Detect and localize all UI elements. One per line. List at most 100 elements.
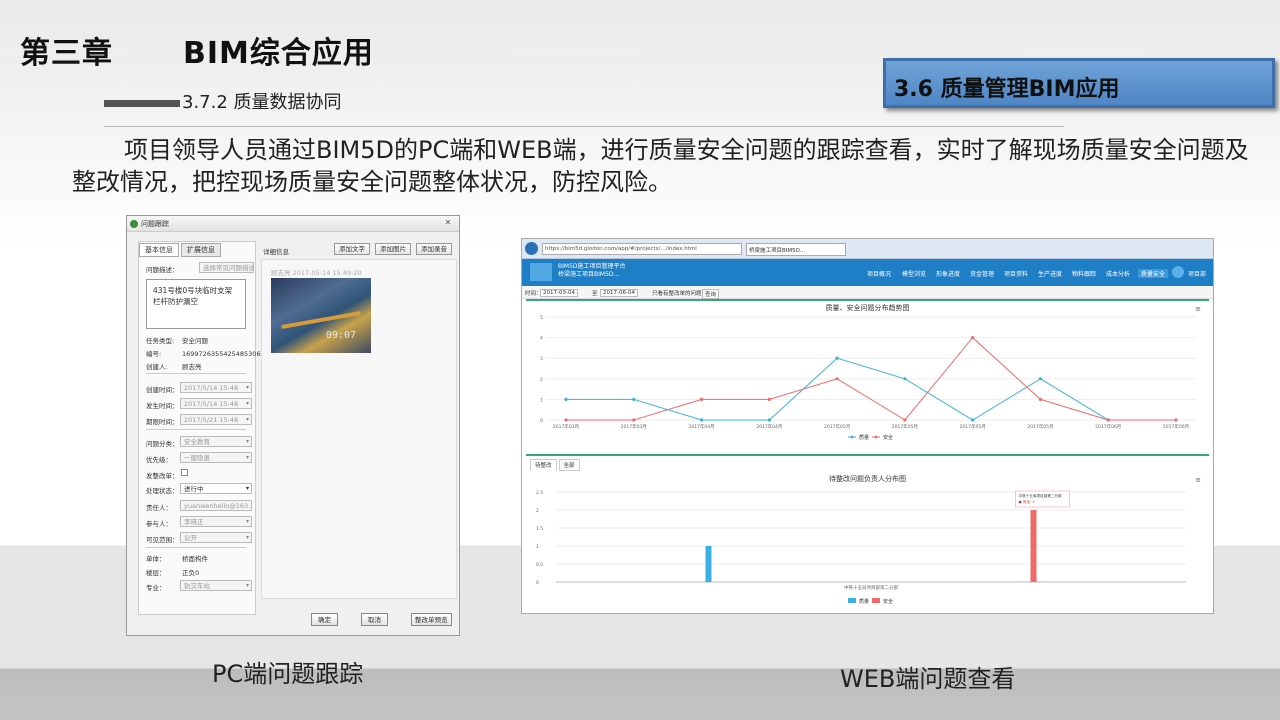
x-tick-label: 2017年05月: [892, 423, 918, 430]
end-date-input[interactable]: 2017-06-04: [600, 289, 638, 297]
y-tick-label: 0.5: [536, 562, 543, 568]
close-icon[interactable]: ✕: [442, 218, 454, 228]
creator-label: 创建人:: [146, 363, 168, 371]
chevron-down-icon: ▾: [245, 454, 249, 461]
x-axis-label: 中铁十五局项目部第二分部: [844, 584, 898, 591]
divider: [104, 126, 1064, 127]
brand-line2: 桥梁施工项目BIM5D...: [558, 271, 620, 278]
nav-item[interactable]: 项目资料: [1004, 269, 1028, 278]
tooltip-line: ● 安全: 2: [1019, 499, 1035, 504]
created-field[interactable]: 2017/5/14 15:48 ▾: [180, 382, 252, 393]
tab-all[interactable]: 全部: [558, 459, 580, 471]
status-select[interactable]: 进行中 ▾: [180, 483, 252, 494]
nav-item[interactable]: 物料跟踪: [1072, 269, 1096, 278]
rectify-checkbox[interactable]: [181, 469, 188, 476]
chapter-heading: 第三章 BIM综合应用: [20, 28, 374, 72]
priority-value: 一般隐患: [184, 454, 210, 462]
participants-value: 李晓正: [184, 518, 204, 526]
visibility-value: 公开: [184, 534, 197, 542]
start-date-input[interactable]: 2017-03-04: [540, 289, 578, 297]
legend-label: 质量: [859, 598, 869, 605]
add-image-button[interactable]: 添加图片: [375, 243, 411, 255]
description-textarea[interactable]: 431号楼0号块临时支架栏杆防护漏空: [146, 279, 246, 329]
nav-item[interactable]: 生产进度: [1038, 269, 1062, 278]
priority-select[interactable]: 一般隐患 ▾: [180, 452, 252, 463]
browser-tab[interactable]: 桥梁施工项目BIM5D...: [746, 243, 846, 256]
status-row: 处理状态：: [146, 485, 182, 495]
avatar[interactable]: [1172, 266, 1184, 278]
bar: [1030, 510, 1037, 582]
address-bar[interactable]: https://bim5d.glodon.com/app/#/projects/…: [542, 243, 742, 255]
legend-marker: [874, 435, 878, 439]
browser-bar: https://bim5d.glodon.com/app/#/projects/…: [522, 239, 1213, 259]
dialog-title: 问题跟踪: [141, 220, 169, 228]
chevron-down-icon: ▾: [245, 384, 249, 391]
separator: [146, 429, 246, 430]
y-tick-label: 5: [540, 315, 543, 321]
y-tick-label: 2: [540, 377, 543, 383]
brand: BIM5D施工项目管理平台 桥梁施工项目BIM5D...: [558, 263, 626, 279]
nav-item[interactable]: 模型浏览: [902, 269, 926, 278]
owner-row: 责任人：: [146, 502, 182, 512]
data-point: [971, 336, 975, 340]
add-text-button[interactable]: 添加文字: [334, 243, 370, 255]
cancel-button[interactable]: 取消: [361, 613, 388, 626]
floor-label: 楼层：: [146, 569, 166, 577]
occurred-row: 发生时间：: [146, 400, 182, 410]
rectify-label: 发整改单：: [146, 472, 179, 480]
participants-row: 参与人：: [146, 518, 182, 528]
y-tick-label: 4: [540, 336, 543, 342]
nav-item[interactable]: 形象进度: [936, 269, 960, 278]
visibility-select[interactable]: 公开 ▾: [180, 532, 252, 543]
x-tick-label: 2017年06月: [1163, 423, 1189, 430]
section-badge: 3.6 质量管理BIM应用: [883, 58, 1275, 108]
nav-item[interactable]: 项目概况: [867, 269, 891, 278]
nav-item[interactable]: 资金管理: [970, 269, 994, 278]
chevron-down-icon: ▾: [245, 582, 249, 589]
task-type-label: 任务类型:: [146, 337, 175, 345]
chevron-down-icon: ▾: [245, 485, 249, 492]
legend-marker: [850, 435, 854, 439]
chapter-number: 第三章: [20, 36, 113, 71]
category-value: 安全教育: [184, 438, 210, 446]
nav-item-current[interactable]: 质量安全: [1138, 269, 1169, 278]
site-photo[interactable]: 09:07: [271, 278, 371, 353]
rectify-only-checkbox[interactable]: 只看有整改单的问题: [652, 289, 702, 297]
series-line: [566, 357, 1176, 421]
deadline-value: 2017/5/21 15:48: [184, 416, 239, 424]
deadline-field[interactable]: 2017/5/21 15:48 ▾: [180, 414, 252, 425]
user-menu[interactable]: 项目部: [1188, 269, 1206, 278]
query-button[interactable]: 查询: [702, 289, 720, 299]
tab-pending[interactable]: 待整改: [530, 459, 557, 471]
detail-label: 详细信息: [263, 248, 289, 256]
unit-row: 单体： 桥面构件: [146, 553, 208, 563]
subheading-bar: [104, 100, 180, 107]
back-icon[interactable]: [525, 242, 538, 255]
category-select[interactable]: 安全教育 ▾: [180, 436, 252, 447]
nav-item[interactable]: 成本分析: [1106, 269, 1130, 278]
y-tick-label: 2: [536, 508, 539, 514]
discipline-select[interactable]: 轨交车站 ▾: [180, 580, 252, 591]
chevron-down-icon: ▾: [245, 438, 249, 445]
data-point: [564, 418, 568, 422]
data-point: [903, 418, 907, 422]
chevron-down-icon: ▾: [245, 416, 249, 423]
data-point: [1174, 418, 1178, 422]
occurred-value: 2017/5/14 15:48: [184, 400, 239, 408]
tab-extended-info[interactable]: 扩展信息: [181, 243, 221, 257]
owner-select[interactable]: yuanwenhello@163...: [180, 500, 252, 511]
dialog-tabs: 基本信息 扩展信息: [139, 243, 223, 257]
tab-basic-info[interactable]: 基本信息: [139, 243, 179, 257]
preview-button[interactable]: 整改单预览: [411, 613, 452, 626]
data-point: [699, 397, 704, 401]
common-issue-select[interactable]: 选择常见问题描述: [199, 262, 254, 273]
unit-label: 单体：: [146, 555, 166, 563]
desc-label: 问题描述：: [146, 266, 179, 274]
add-audio-button[interactable]: 添加录音: [416, 243, 452, 255]
y-tick-label: 0: [536, 580, 539, 586]
number-value: 1699726355425485306: [182, 350, 261, 358]
ok-button[interactable]: 确定: [311, 613, 338, 626]
participants-select[interactable]: 李晓正 ▾: [180, 516, 252, 527]
occurred-field[interactable]: 2017/5/14 15:48 ▾: [180, 398, 252, 409]
created-label: 创建时间：: [146, 386, 179, 394]
